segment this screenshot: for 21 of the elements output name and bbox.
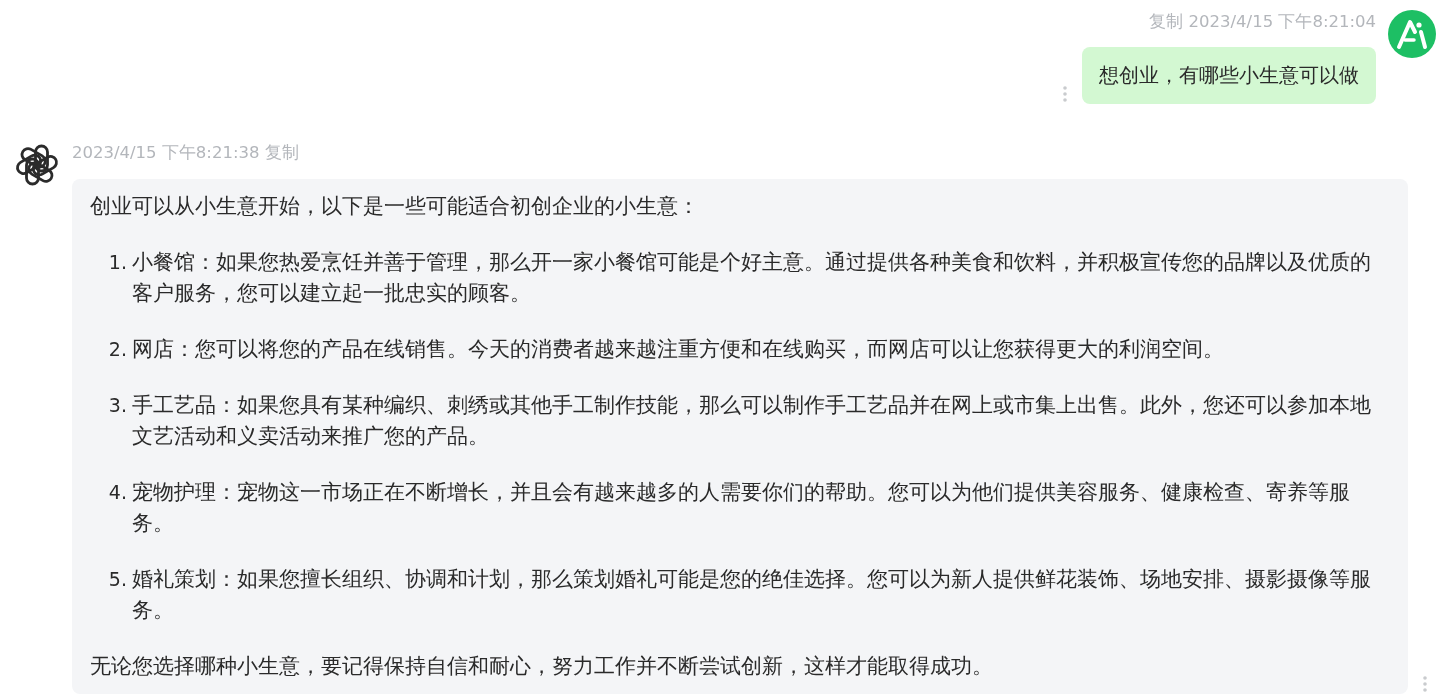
list-number: 4. <box>108 480 127 505</box>
list-item-text: 小餐馆：如果您热爱烹饪并善于管理，那么开一家小餐馆可能是个好主意。通过提供各种美食和饮料，并积极宣传您的品牌以及优质的客户服务，您可以建立起一批忠实的顾客。 <box>132 249 1372 307</box>
closing-text: 无论您选择哪种小生意，要记得保持自信和耐心，努力工作并不断尝试创新，这样才能取得成功。 <box>90 653 994 680</box>
list-number: 5. <box>108 567 127 592</box>
list-number: 3. <box>108 393 127 418</box>
user-message: 想创业，有哪些小生意可以做 <box>1082 47 1376 104</box>
copy-link[interactable]: 复制 <box>1148 12 1183 32</box>
list-item-text: 网店：您可以将您的产品在线销售。今天的消费者越来越注重方便和在线购买，而网店可以让您获得更大的利润空间。 <box>132 336 1225 363</box>
timestamp: 2023/4/15 下午8:21:04 <box>1188 12 1376 32</box>
more-icon[interactable] <box>1422 676 1428 692</box>
knot-logo-icon <box>15 143 59 187</box>
list-item-text: 宠物护理：宠物这一市场正在不断增长，并且会有越来越多的人需要你们的帮助。您可以为他们提供美容服务、健康检查、寄养等服务。 <box>132 479 1351 537</box>
avatar-icon <box>1388 10 1436 58</box>
copy-link[interactable]: 复制 <box>265 143 300 163</box>
list-item-text: 婚礼策划：如果您擅长组织、协调和计划，那么策划婚礼可能是您的绝佳选择。您可以为新人提供鲜花装饰、场地安排、摄影摄像等服务。 <box>132 566 1372 624</box>
list-item-text: 手工艺品：如果您具有某种编织、刺绣或其他手工制作技能，那么可以制作手工艺品并在网上或市集上出售。此外，您还可以参加本地文艺活动和义卖活动来推广您的产品。 <box>132 392 1372 450</box>
intro-text: 创业可以从小生意开始，以下是一些可能适合初创企业的小生意： <box>90 193 700 220</box>
list-number: 2. <box>108 337 127 362</box>
more-icon[interactable] <box>1062 86 1068 102</box>
timestamp: 2023/4/15 下午8:21:38 <box>72 143 260 163</box>
list-number: 1. <box>108 250 127 275</box>
